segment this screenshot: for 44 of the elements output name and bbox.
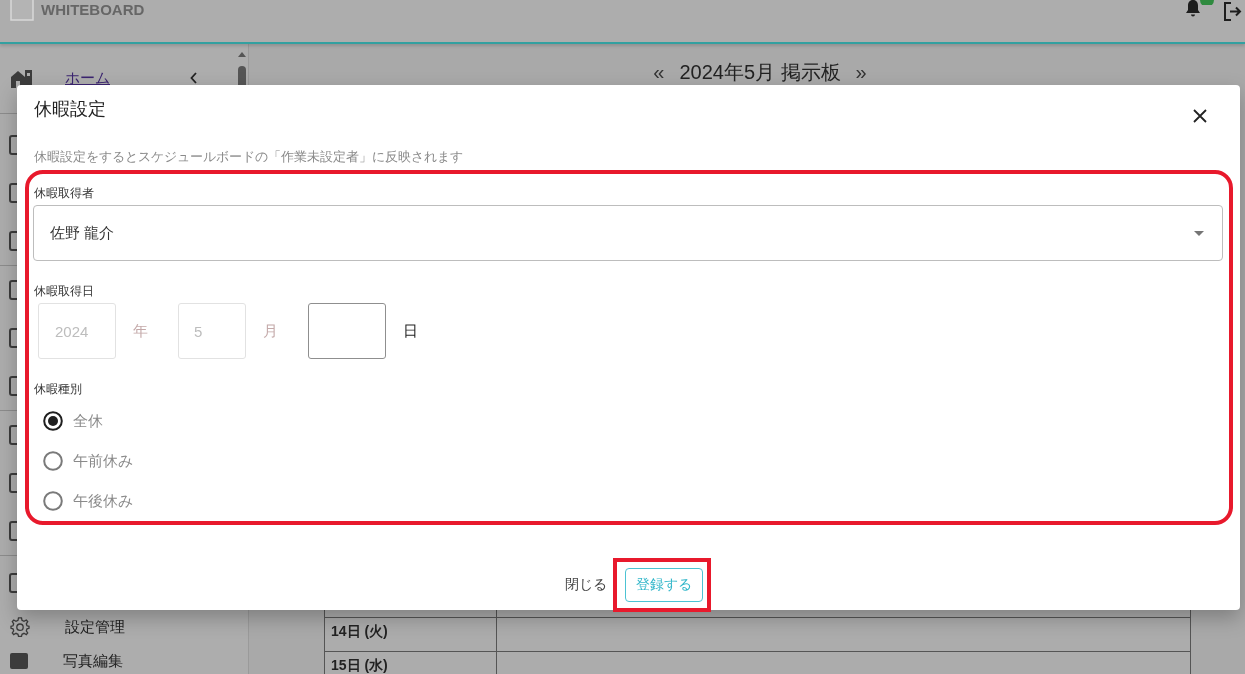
close-button[interactable] xyxy=(1193,109,1207,123)
unit-label: 日 xyxy=(403,321,418,341)
table-cell: 14日 (火) xyxy=(325,618,497,652)
gear-icon xyxy=(10,617,30,637)
nav-icon[interactable] xyxy=(9,231,17,251)
previous-month-button[interactable]: « xyxy=(648,61,670,83)
nav-icon[interactable] xyxy=(9,521,17,541)
next-month-button[interactable]: » xyxy=(850,61,872,83)
nav-icon[interactable] xyxy=(9,328,17,348)
field-label: 休暇取得者 xyxy=(34,185,95,201)
tile-icon xyxy=(10,653,28,669)
radio-option[interactable]: 午前休み xyxy=(33,441,133,481)
board-title: 2024年5月 掲示板 xyxy=(679,61,841,83)
nav-icon[interactable] xyxy=(9,280,17,300)
bell-icon[interactable] xyxy=(1184,0,1202,18)
radio-icon[interactable] xyxy=(43,411,63,431)
dialog-title: 休暇設定 xyxy=(34,98,106,121)
dialog-note: 休暇設定をするとスケジュールボードの「作業未設定者」に反映されます xyxy=(34,148,464,166)
nav-icon[interactable] xyxy=(9,135,17,155)
unit-label: 月 xyxy=(263,321,278,341)
home-link[interactable]: ホーム xyxy=(65,68,110,88)
logout-icon[interactable] xyxy=(1222,1,1242,22)
sidebar-item[interactable]: 設定管理 xyxy=(65,617,125,637)
app-title: WHITEBOARD xyxy=(41,0,145,20)
radio-icon[interactable] xyxy=(43,491,63,511)
radio-option[interactable]: 全休 xyxy=(33,401,103,441)
date-input[interactable] xyxy=(308,303,386,359)
close-icon xyxy=(1193,109,1207,123)
caret-down-icon xyxy=(1194,230,1204,236)
dismiss-button[interactable]: 閉じる xyxy=(560,570,611,600)
unit-label: 年 xyxy=(133,321,148,341)
select-field[interactable]: 佐野 龍介 xyxy=(33,205,1223,261)
nav-icon[interactable] xyxy=(9,183,17,203)
chevron-left-icon[interactable] xyxy=(190,72,197,84)
scroll-up-arrow-icon[interactable] xyxy=(237,52,246,57)
radio-icon[interactable] xyxy=(43,451,63,471)
nav-icon[interactable] xyxy=(9,473,17,493)
field-label: 休暇取得日 xyxy=(34,283,95,299)
radio-option[interactable]: 午後休み xyxy=(33,481,133,521)
field-label: 休暇種別 xyxy=(34,381,83,397)
nav-icon[interactable] xyxy=(9,573,17,593)
nav-icon[interactable] xyxy=(9,376,17,396)
nav-icon[interactable] xyxy=(9,425,17,445)
sidebar-item[interactable]: 写真編集 xyxy=(63,651,123,671)
